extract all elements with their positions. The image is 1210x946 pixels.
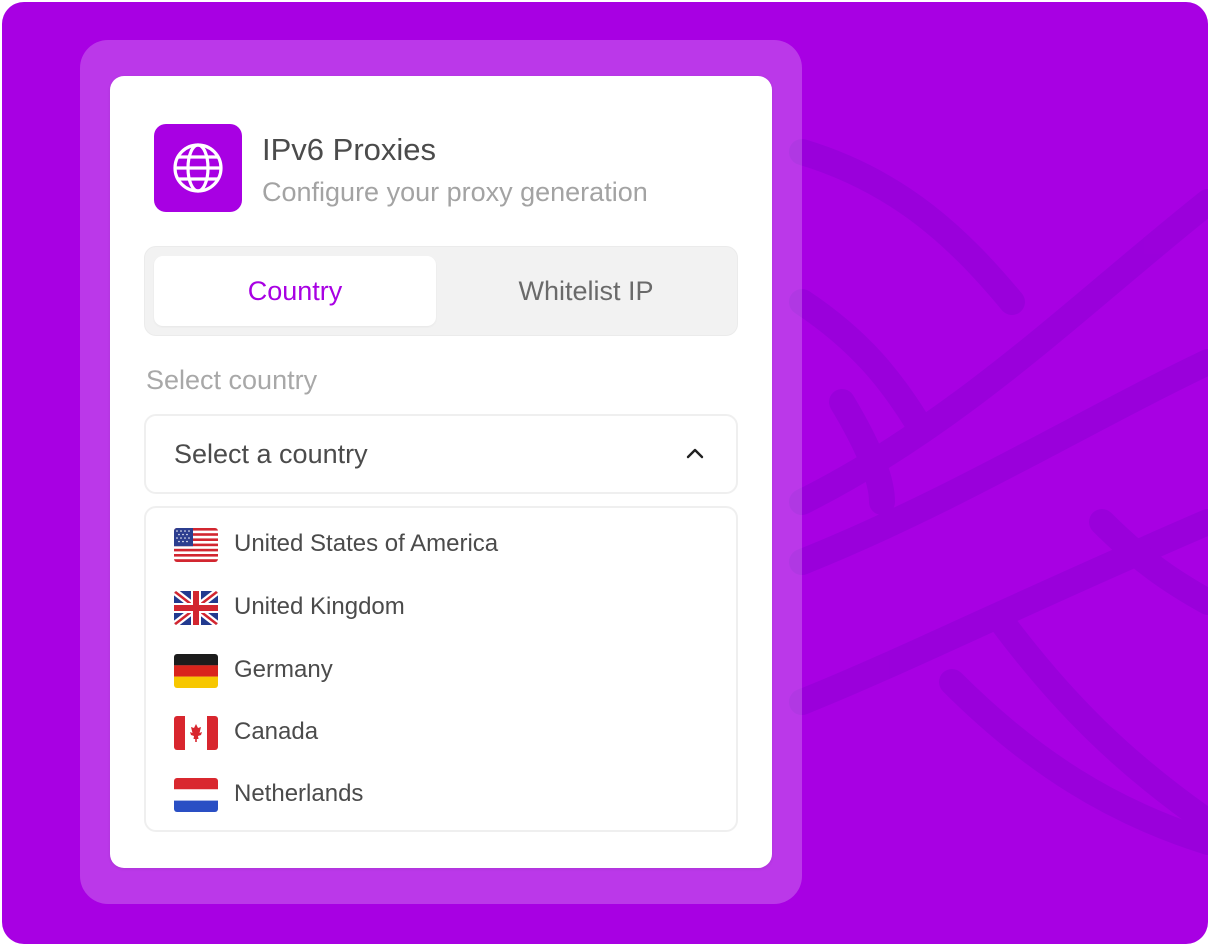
option-label: United Kingdom [234,593,405,620]
us-flag-icon [174,528,218,562]
uk-flag-icon [174,591,218,625]
proxy-config-card: IPv6 Proxies Configure your proxy genera… [110,76,772,868]
option-united-kingdom[interactable]: United Kingdom [146,581,736,637]
option-label: Netherlands [234,780,364,807]
chevron-up-icon [684,442,706,469]
globe-icon [154,124,242,212]
country-field-label: Select country [146,365,318,395]
app-canvas: IPv6 Proxies Configure your proxy genera… [2,2,1208,944]
option-united-states[interactable]: United States of America [146,518,736,574]
option-germany[interactable]: Germany [146,644,736,700]
option-canada[interactable]: Canada [146,706,736,762]
tab-country[interactable]: Country [154,256,436,326]
canada-flag-icon [174,716,218,750]
page-title: IPv6 Proxies [262,132,437,167]
option-netherlands[interactable]: Netherlands [146,768,736,824]
option-label: Canada [234,718,319,745]
option-label: Germany [234,656,333,683]
germany-flag-icon [174,654,218,688]
option-label: United States of America [234,530,499,557]
country-select-value: Select a country [174,439,368,469]
tab-whitelist-ip[interactable]: Whitelist IP [445,256,727,326]
netherlands-flag-icon [174,778,218,812]
country-dropdown: United States of America United Kingdom [144,506,738,832]
page-subtitle: Configure your proxy generation [262,177,648,207]
country-select[interactable]: Select a country [144,414,738,494]
tab-bar: Country Whitelist IP [144,246,738,336]
